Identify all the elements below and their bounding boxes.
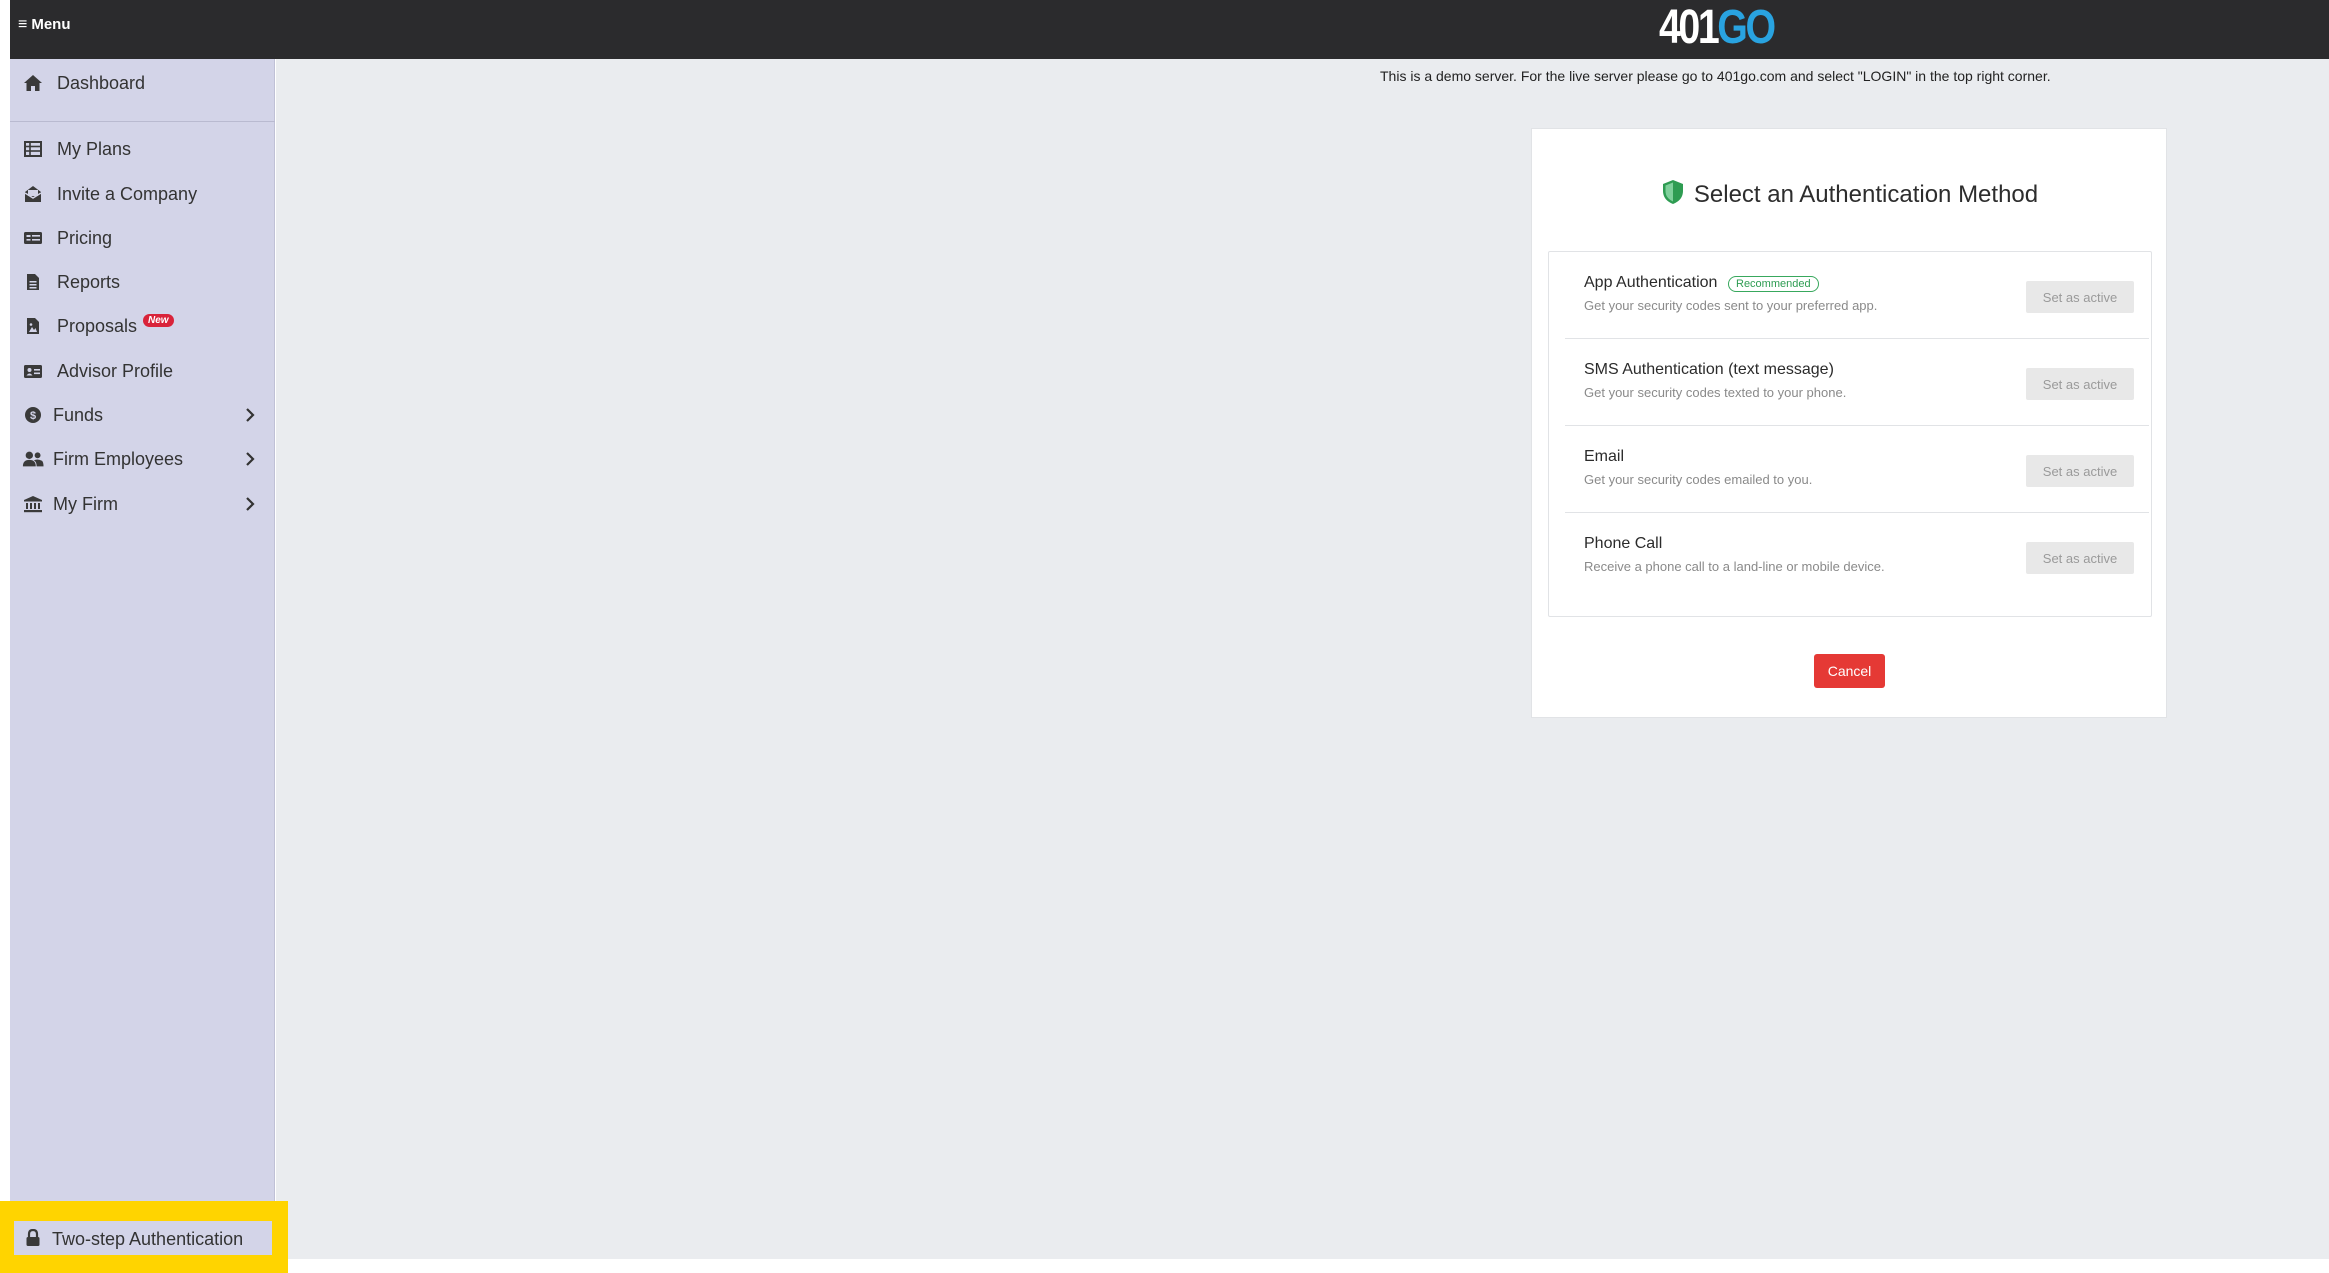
menu-button[interactable]: ≡ Menu [18,16,71,33]
sidebar-item-pricing[interactable]: Pricing [10,218,275,258]
auth-method-email: Email Get your security codes emailed to… [1565,426,2149,513]
sidebar-item-label: Two-step Authentication [52,1229,244,1249]
sidebar-item-invite-company[interactable]: Invite a Company [10,174,275,214]
auth-method-sms: SMS Authentication (text message) Get yo… [1565,339,2149,426]
sidebar-item-proposals[interactable]: Proposals New [10,306,275,346]
sidebar-item-my-firm[interactable]: My Firm [10,484,275,524]
file-image-icon [22,315,44,337]
sidebar-item-label: Firm Employees [53,448,184,469]
file-icon [22,271,44,293]
logo-text-white: 401 [1659,1,1720,54]
set-active-button[interactable]: Set as active [2026,542,2134,574]
set-active-button[interactable]: Set as active [2026,281,2134,313]
brand-logo[interactable]: 401GO [1659,1,1776,54]
id-card-icon [22,360,44,382]
chevron-right-icon [243,449,257,469]
svg-text:$: $ [30,410,36,422]
shield-icon [1662,179,1684,210]
sidebar-item-firm-employees[interactable]: Firm Employees [10,439,275,479]
set-active-button[interactable]: Set as active [2026,455,2134,487]
card-title: Select an Authentication Method [1693,180,2039,208]
auth-method-card: Select an Authentication Method App Auth… [1531,128,2167,718]
new-badge: New [143,314,174,327]
sidebar-item-label: Advisor Profile [57,360,174,381]
sidebar: Dashboard My Plans Invite a Company Pric… [10,59,275,1259]
sidebar-item-two-step-auth[interactable]: Two-step Authentication [14,1221,272,1255]
method-description: Get your security codes emailed to you. [1584,472,1813,487]
bank-icon [22,493,44,515]
sidebar-item-label: Dashboard [57,72,146,93]
money-check-icon [22,227,44,249]
home-icon [22,72,44,94]
table-list-icon [22,138,44,160]
sidebar-item-my-plans[interactable]: My Plans [10,129,275,169]
recommended-badge: Recommended [1728,276,1819,292]
logo-text-blue: GO [1717,1,1776,54]
auth-method-app: App Authentication Recommended Get your … [1565,252,2149,339]
app-root: ≡ Menu 401GO Dashboard My Plans Invite a… [0,0,2329,1273]
envelope-open-icon [22,183,44,205]
method-description: Get your security codes sent to your pre… [1584,298,1878,313]
cancel-button[interactable]: Cancel [1814,654,1885,688]
auth-methods-list: App Authentication Recommended Get your … [1548,251,2152,617]
method-description: Get your security codes texted to your p… [1584,385,1847,400]
sidebar-item-label: Invite a Company [57,183,198,204]
method-name: Phone Call [1584,535,1663,552]
sidebar-item-reports[interactable]: Reports [10,262,275,302]
auth-method-phone: Phone Call Receive a phone call to a lan… [1565,513,2149,600]
sidebar-item-label: My Plans [57,138,132,159]
sidebar-item-label: Pricing [57,227,113,248]
method-name: SMS Authentication (text message) [1584,361,1834,378]
money-bag-icon: $ [22,404,44,426]
hamburger-icon: ≡ [18,15,28,33]
method-description: Receive a phone call to a land-line or m… [1584,559,1885,574]
method-name: Email [1584,448,1625,465]
chevron-right-icon [243,405,257,425]
sidebar-item-label: Reports [57,271,121,292]
demo-server-notice: This is a demo server. For the live serv… [1380,68,2051,84]
sidebar-item-funds[interactable]: $ Funds [10,395,275,435]
sidebar-item-advisor-profile[interactable]: Advisor Profile [10,351,275,391]
sidebar-item-label: Funds [53,404,104,425]
sidebar-item-label: Proposals [57,315,138,336]
sidebar-item-dashboard[interactable]: Dashboard [10,63,275,103]
sidebar-item-label: My Firm [53,493,118,514]
card-header: Select an Authentication Method [1532,179,2168,210]
method-name: App Authentication [1584,274,1718,291]
menu-label: Menu [31,16,71,33]
chevron-right-icon [243,494,257,514]
lock-icon [23,1228,43,1248]
top-bar: ≡ Menu 401GO [10,0,2329,59]
set-active-button[interactable]: Set as active [2026,368,2134,400]
sidebar-divider [10,121,275,122]
users-icon [22,448,44,470]
